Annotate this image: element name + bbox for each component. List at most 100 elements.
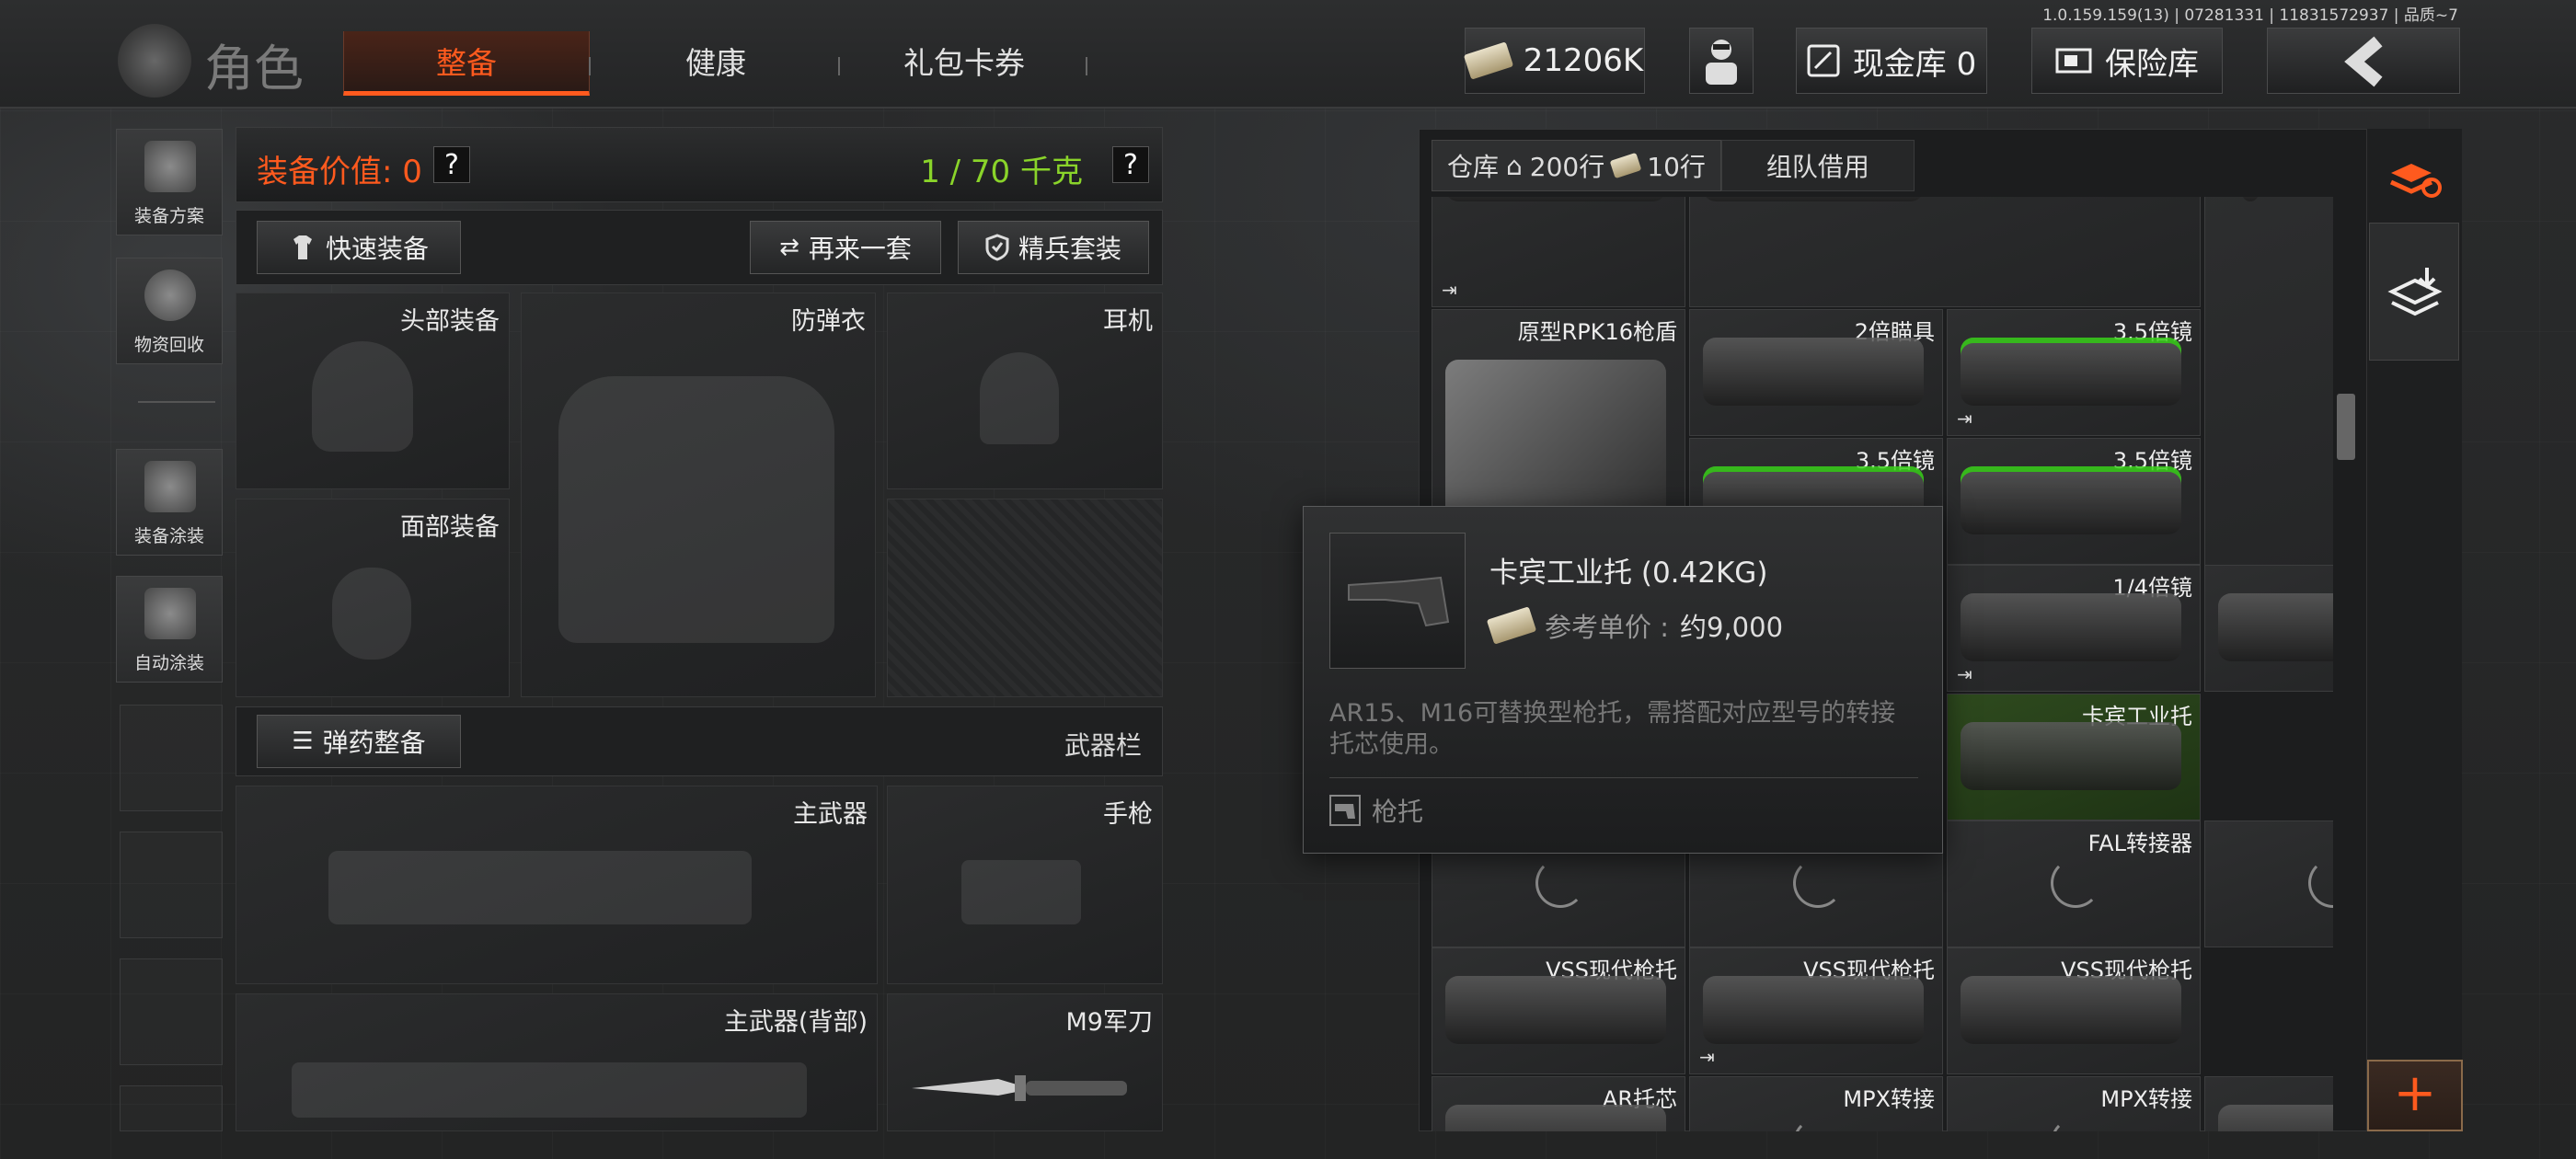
tooltip-title: 卡宾工业托 (0.42KG) xyxy=(1489,557,1768,590)
ammo-equip-button[interactable]: ☰ 弹药整备 xyxy=(257,715,461,768)
inventory-cell[interactable]: 2倍瞄具 xyxy=(1689,309,1943,436)
inventory-item-name: MPX转接 xyxy=(2100,1086,2192,1112)
tab-equip[interactable]: 整备 xyxy=(343,31,590,96)
sidebar-divider xyxy=(138,401,215,403)
tooltip-item-image xyxy=(1329,533,1466,669)
rifle-back-silhouette-icon xyxy=(292,1062,807,1118)
tab-team-borrow[interactable]: 组队借用 xyxy=(1720,140,1915,191)
tooltip-divider xyxy=(1329,777,1918,778)
inventory-cell[interactable]: HK16加长护⇥ xyxy=(1432,197,1685,307)
paint-helmet-icon xyxy=(144,461,196,512)
back-button[interactable] xyxy=(2267,28,2460,94)
slot-label: M9军刀 xyxy=(1065,1008,1153,1037)
inventory-cell[interactable]: VSS现代枪托 xyxy=(1947,947,2201,1074)
inventory-cell[interactable]: MPX转接 xyxy=(1947,1076,2201,1131)
tooltip-category: 枪托 xyxy=(1372,797,1424,827)
slot-primary-weapon[interactable]: 主武器 xyxy=(236,786,878,984)
warehouse-scrollbar[interactable] xyxy=(2337,394,2355,460)
warehouse-tab-label: 仓库 xyxy=(1447,152,1500,182)
exit-marker-icon: ⇥ xyxy=(1957,663,1972,685)
mask-silhouette-icon xyxy=(332,568,411,660)
safe-box-button[interactable]: 保险库 xyxy=(2031,28,2223,94)
slot-face[interactable]: 面部装备 xyxy=(236,499,510,697)
money-bag-icon xyxy=(1609,152,1642,179)
equipment-paint-button[interactable]: 装备涂装 xyxy=(116,449,223,556)
sort-refresh-button[interactable] xyxy=(2384,145,2444,206)
inventory-cell[interactable]: VSS现代枪托 ⇥ xyxy=(1689,947,1943,1074)
inventory-cell[interactable]: PSO4倍镜 xyxy=(2204,565,2333,692)
safe-icon xyxy=(2055,48,2092,74)
slot-pistol[interactable]: 手枪 xyxy=(887,786,1163,984)
slot-label: 耳机 xyxy=(1103,307,1153,336)
item-image xyxy=(2218,593,2333,661)
item-image xyxy=(1445,197,1666,201)
quick-equip-label: 快速装备 xyxy=(325,234,429,264)
deposit-button[interactable] xyxy=(2369,223,2459,361)
tab-gift-cards[interactable]: 礼包卡券 xyxy=(842,31,1087,96)
stock-category-icon xyxy=(1329,795,1361,826)
slot-head[interactable]: 头部装备 xyxy=(236,293,510,489)
inventory-cell[interactable]: VSS现代枪托 xyxy=(1432,947,1685,1074)
elite-set-label: 精兵套装 xyxy=(1018,234,1121,264)
currency-amount: 21206K xyxy=(1523,42,1644,79)
currency-display[interactable]: 21206K xyxy=(1463,28,1645,94)
vest-silhouette-icon xyxy=(558,376,834,643)
inventory-cell[interactable]: FAL转接器 xyxy=(2204,820,2333,947)
inventory-cell[interactable]: MPX转接 xyxy=(1689,1076,1943,1131)
item-image xyxy=(1703,338,1924,406)
safe-box-label: 保险库 xyxy=(2105,45,2199,83)
tooltip-price-row: 参考单价 : 约9,000 xyxy=(1486,606,1784,645)
warehouse-tabs: 仓库 ⌂ 200行 10行 组队借用 xyxy=(1432,140,1915,191)
inventory-cell[interactable]: AR托芯 xyxy=(1432,1076,1685,1131)
slot-armor[interactable]: 防弹衣 xyxy=(521,293,876,697)
inventory-cell[interactable]: 3.5倍镜 xyxy=(1947,438,2201,565)
inventory-cell[interactable]: 卡宾工业托 xyxy=(1947,694,2201,820)
trader-button[interactable] xyxy=(1689,28,1754,94)
cash-vault-button[interactable]: 现金库 0 xyxy=(1796,28,1987,94)
tab-health[interactable]: 健康 xyxy=(593,31,838,96)
recycle-button[interactable]: 物资回收 xyxy=(116,258,223,364)
inventory-cell[interactable]: FAL转接器 xyxy=(1947,820,2201,947)
helmet-plan-icon xyxy=(144,141,196,192)
elite-set-button[interactable]: 精兵套装 xyxy=(958,221,1149,274)
weight-help-button[interactable]: ? xyxy=(1112,146,1149,183)
tab-warehouse[interactable]: 仓库 ⌂ 200行 10行 xyxy=(1432,140,1721,191)
slot-label: 防弹衣 xyxy=(791,307,866,336)
exit-marker-icon: ⇥ xyxy=(1699,1046,1715,1068)
inventory-item-name: FAL转接器 xyxy=(2087,831,2192,856)
sidebar-label: 自动涂装 xyxy=(133,653,204,673)
layers-refresh-icon xyxy=(2389,164,2442,198)
equipment-plan-button[interactable]: 装备方案 xyxy=(116,129,223,235)
layers-download-icon xyxy=(2387,268,2443,316)
item-image xyxy=(1703,976,1924,1044)
rifle-silhouette-icon xyxy=(328,851,752,924)
slot-knife[interactable]: M9军刀 xyxy=(887,993,1163,1131)
inventory-item-name: MPX转接 xyxy=(1843,1086,1935,1112)
inventory-cell[interactable]: MPX长枪管 xyxy=(1689,197,2201,307)
item-image xyxy=(1961,466,2181,534)
tooltip-price-label: 参考单价 : xyxy=(1545,612,1669,643)
add-button[interactable]: + xyxy=(2367,1060,2463,1131)
auto-paint-button[interactable]: 自动涂装 xyxy=(116,576,223,683)
slot-ear[interactable]: 耳机 xyxy=(887,293,1163,489)
loading-spinner-icon xyxy=(1535,858,1585,908)
inventory-cell[interactable]: AR专注托 xyxy=(2204,1076,2333,1131)
empty-sidebar-slot xyxy=(120,832,223,938)
quick-equip-button[interactable]: 快速装备 xyxy=(257,221,461,274)
cash-bundle-icon xyxy=(1463,41,1513,80)
pistol-silhouette-icon xyxy=(961,860,1081,924)
inventory-item-name: 原型RPK16枪盾 xyxy=(1517,319,1677,345)
item-image xyxy=(1703,197,1924,201)
slot-primary-back[interactable]: 主武器(背部) xyxy=(236,993,878,1131)
item-image xyxy=(2242,197,2259,201)
shirt-icon xyxy=(293,235,312,259)
equipment-value: 装备价值: 0 xyxy=(257,154,422,190)
inventory-cell[interactable]: 1/4倍镜 ⇥ xyxy=(1947,565,2201,692)
shield-icon xyxy=(985,234,1009,261)
back-arrow-icon xyxy=(2344,36,2383,87)
vault-icon xyxy=(1807,44,1840,77)
help-button[interactable]: ? xyxy=(433,146,470,183)
tooltip-price-value: 约9,000 xyxy=(1680,612,1784,643)
inventory-cell[interactable]: 3.5倍镜 ⇥ xyxy=(1947,309,2201,436)
again-button[interactable]: ⇄ 再来一套 xyxy=(750,221,941,274)
